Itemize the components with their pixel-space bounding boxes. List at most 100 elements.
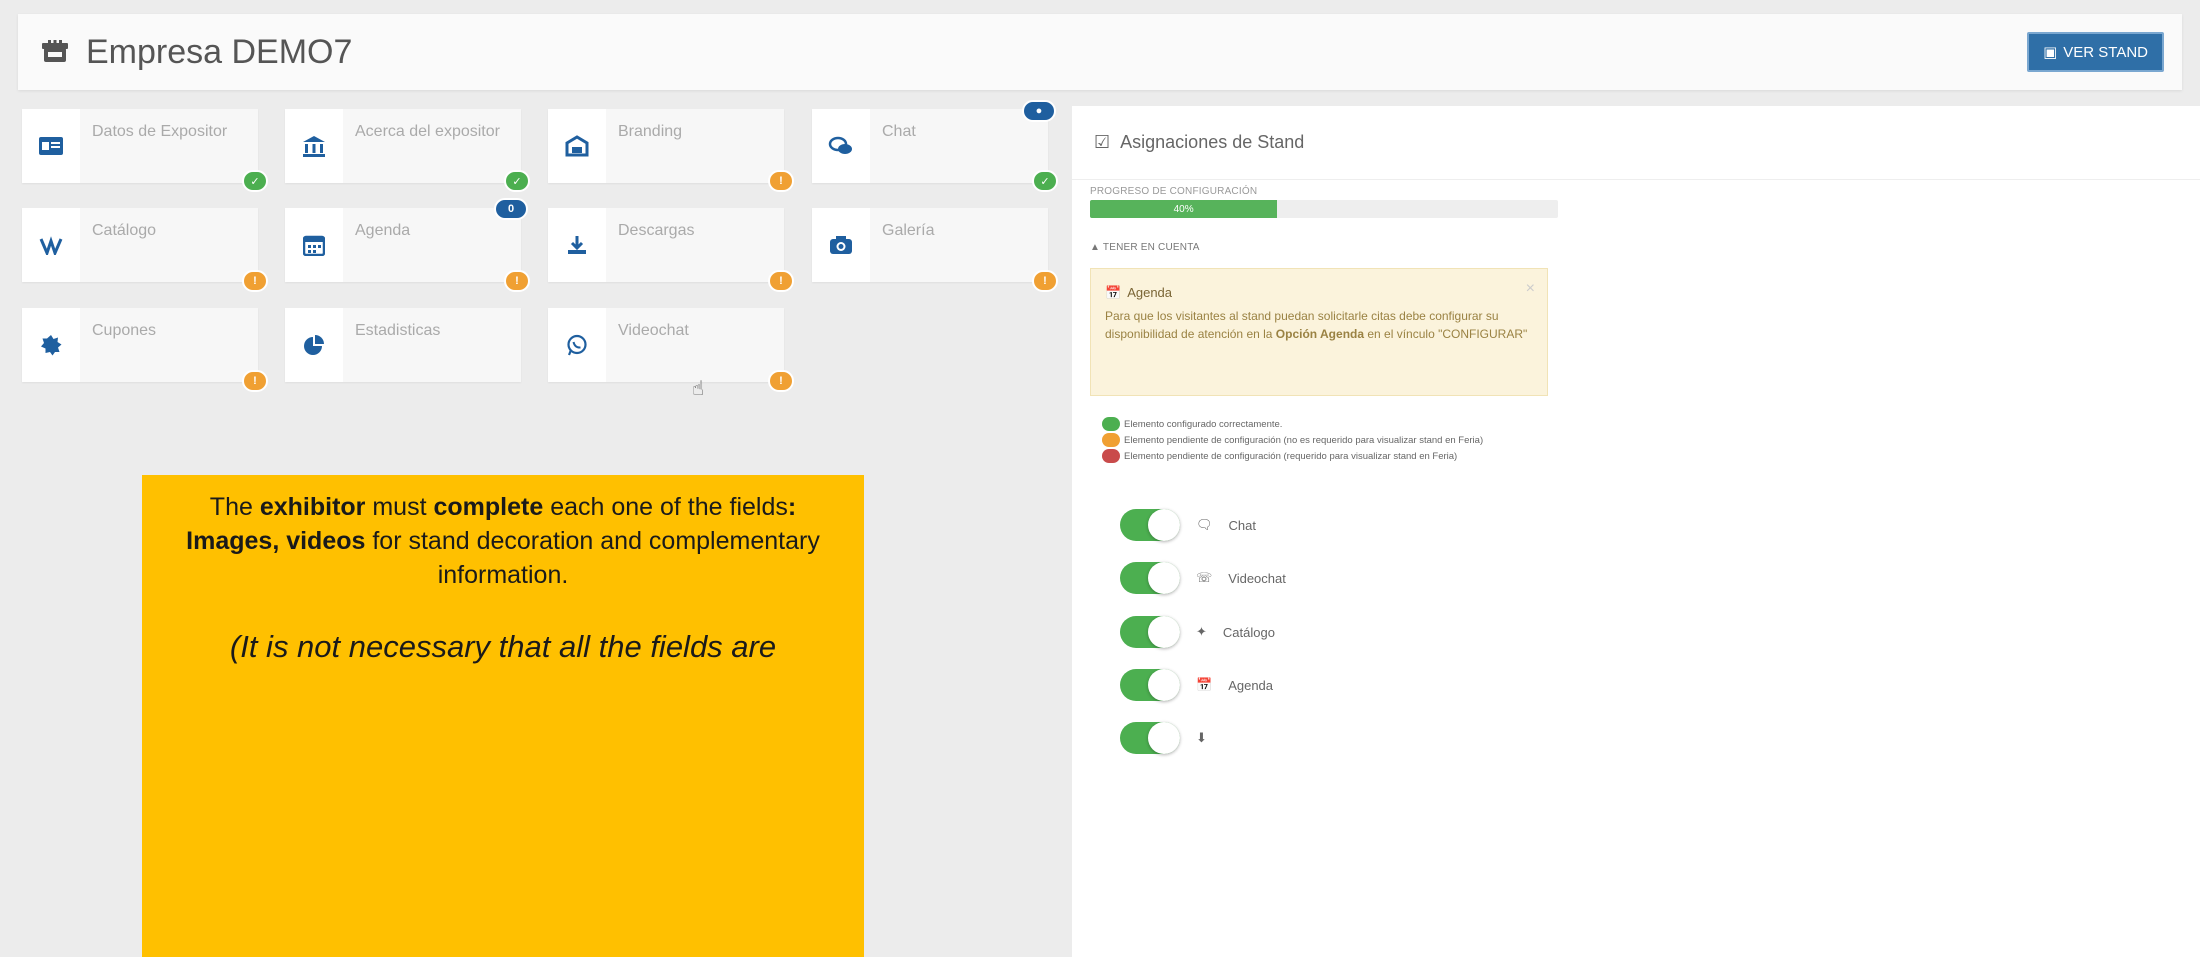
- progress-fill: 40%: [1090, 200, 1278, 218]
- status-badge: ✓: [242, 170, 268, 192]
- status-badge: !: [242, 370, 268, 392]
- tener-en-cuenta-text: TENER EN CUENTA: [1102, 242, 1200, 253]
- tile-label: Agenda: [355, 222, 411, 239]
- catalog-icon: [22, 208, 80, 282]
- note-body: Para que los visitantes al stand puedan …: [1105, 307, 1533, 343]
- asignaciones-panel: ☑ Asignaciones de Stand PROGRESO DE CONF…: [1072, 106, 2200, 957]
- tile-label: Acerca del expositor: [355, 123, 500, 140]
- check-icon: [1102, 417, 1120, 431]
- toggle-label: Chat: [1228, 517, 1256, 533]
- camera-icon: [812, 208, 870, 282]
- tile-chat[interactable]: Chat: [812, 109, 1048, 183]
- status-badge: ✓: [504, 170, 530, 192]
- tile-label: Videochat: [618, 322, 689, 339]
- tile-label: Cupones: [92, 322, 157, 339]
- tile-catalogo[interactable]: Catálogo: [22, 208, 258, 282]
- download-icon: ⬇: [1196, 730, 1207, 745]
- warning-icon: ▲: [1090, 242, 1101, 253]
- tile-branding[interactable]: Branding: [548, 109, 784, 183]
- warning-icon: [1102, 449, 1120, 463]
- status-badge: !: [242, 270, 268, 292]
- toggle-videochat[interactable]: ☏ Videochat: [1120, 562, 1286, 594]
- store-icon: ▣: [2043, 44, 2058, 61]
- progress-label: PROGRESO DE CONFIGURACIÓN: [1090, 186, 1258, 197]
- whatsapp-icon: ☏: [1196, 570, 1213, 585]
- status-badge: !: [768, 270, 794, 292]
- status-badge: !: [768, 170, 794, 192]
- note-bold: Opción Agenda: [1275, 326, 1365, 341]
- ver-stand-label: VER STAND: [2063, 43, 2148, 61]
- toggle-agenda[interactable]: 📅 Agenda: [1120, 669, 1273, 701]
- callout-text: The: [209, 493, 260, 521]
- legend-text: Elemento pendiente de configuración (no …: [1124, 434, 1484, 446]
- tile-label: Branding: [618, 123, 683, 140]
- legend-text: Elemento pendiente de configuración (req…: [1124, 450, 1458, 462]
- status-badge: !: [1032, 270, 1058, 292]
- chat-icon: 🗨: [1196, 517, 1213, 532]
- pie-chart-icon: [285, 308, 343, 382]
- toggle-label: Agenda: [1228, 677, 1274, 693]
- instruction-callout: The exhibitor must complete each one of …: [142, 475, 864, 957]
- download-icon: [548, 208, 606, 282]
- tener-en-cuenta-label: ▲ TENER EN CUENTA: [1090, 242, 1200, 253]
- page-header: Empresa DEMO7 ▣ VER STAND: [18, 14, 2182, 90]
- toggle-switch[interactable]: [1120, 509, 1180, 541]
- callout-text: each one of the fields: [543, 493, 788, 521]
- callout-text: must: [365, 493, 434, 521]
- tile-acerca-expositor[interactable]: Acerca del expositor: [285, 109, 521, 183]
- agenda-alert: × 📅 Agenda Para que los visitantes al st…: [1090, 268, 1548, 396]
- toggle-switch[interactable]: [1120, 616, 1180, 648]
- institution-icon: [285, 109, 343, 183]
- chat-icon: [812, 109, 870, 183]
- panel-header: ☑ Asignaciones de Stand: [1072, 106, 2200, 180]
- checkbox-icon: ☑: [1094, 132, 1111, 152]
- store-icon: [42, 40, 68, 62]
- tile-label: Galería: [882, 222, 935, 239]
- chat-count-badge: ●: [1022, 100, 1056, 122]
- coupon-icon: [22, 308, 80, 382]
- note-title: Agenda: [1127, 285, 1173, 300]
- agenda-count-badge: 0: [494, 198, 528, 220]
- toggle-chat[interactable]: 🗨 Chat: [1120, 509, 1256, 541]
- callout-main-text: The exhibitor must complete each one of …: [172, 491, 834, 592]
- whatsapp-icon: [548, 308, 606, 382]
- toggle-catalogo[interactable]: ✦ Catálogo: [1120, 616, 1275, 648]
- tile-galeria[interactable]: Galería: [812, 208, 1048, 282]
- tile-label: Estadisticas: [355, 322, 441, 339]
- callout-text: for stand decoration and complementary i…: [365, 526, 820, 589]
- tile-videochat[interactable]: Videochat: [548, 308, 784, 382]
- status-badge: !: [504, 270, 530, 292]
- tile-cupones[interactable]: Cupones: [22, 308, 258, 382]
- progress-bar: 40%: [1090, 200, 1558, 218]
- tile-label: Chat: [882, 123, 916, 140]
- status-badge: !: [768, 370, 794, 392]
- callout-bold: Images, videos: [186, 526, 366, 555]
- toggle-switch[interactable]: [1120, 562, 1180, 594]
- close-icon[interactable]: ×: [1526, 277, 1535, 301]
- toggle-label: Videochat: [1228, 570, 1286, 586]
- toggle-descargas[interactable]: ⬇: [1120, 722, 1223, 754]
- tile-label: Datos de Expositor: [92, 123, 228, 140]
- hand-cursor-icon: ☝: [692, 378, 705, 400]
- callout-bold: complete: [433, 493, 544, 521]
- tile-estadisticas[interactable]: Estadisticas: [285, 308, 521, 382]
- branding-icon: [548, 109, 606, 183]
- page-title: Empresa DEMO7: [86, 32, 353, 71]
- status-legend: Elemento configurado correctamente. Elem…: [1102, 416, 1483, 464]
- panel-title: Asignaciones de Stand: [1120, 132, 1305, 152]
- tile-datos-expositor[interactable]: Datos de Expositor: [22, 109, 258, 183]
- calendar-icon: 📅: [1196, 677, 1213, 692]
- tile-agenda[interactable]: Agenda: [285, 208, 521, 282]
- warning-icon: [1102, 433, 1120, 447]
- calendar-icon: [285, 208, 343, 282]
- catalog-icon: ✦: [1196, 624, 1207, 639]
- calendar-icon: 📅: [1105, 285, 1122, 300]
- callout-note: (It is not necessary that all the fields…: [229, 629, 777, 665]
- toggle-switch[interactable]: [1120, 722, 1180, 754]
- callout-bold: :: [787, 493, 797, 521]
- tile-descargas[interactable]: Descargas: [548, 208, 784, 282]
- note-text: en el vínculo "CONFIGURAR": [1364, 326, 1528, 341]
- toggle-switch[interactable]: [1120, 669, 1180, 701]
- id-card-icon: [22, 109, 80, 183]
- ver-stand-button[interactable]: ▣ VER STAND: [2027, 32, 2164, 72]
